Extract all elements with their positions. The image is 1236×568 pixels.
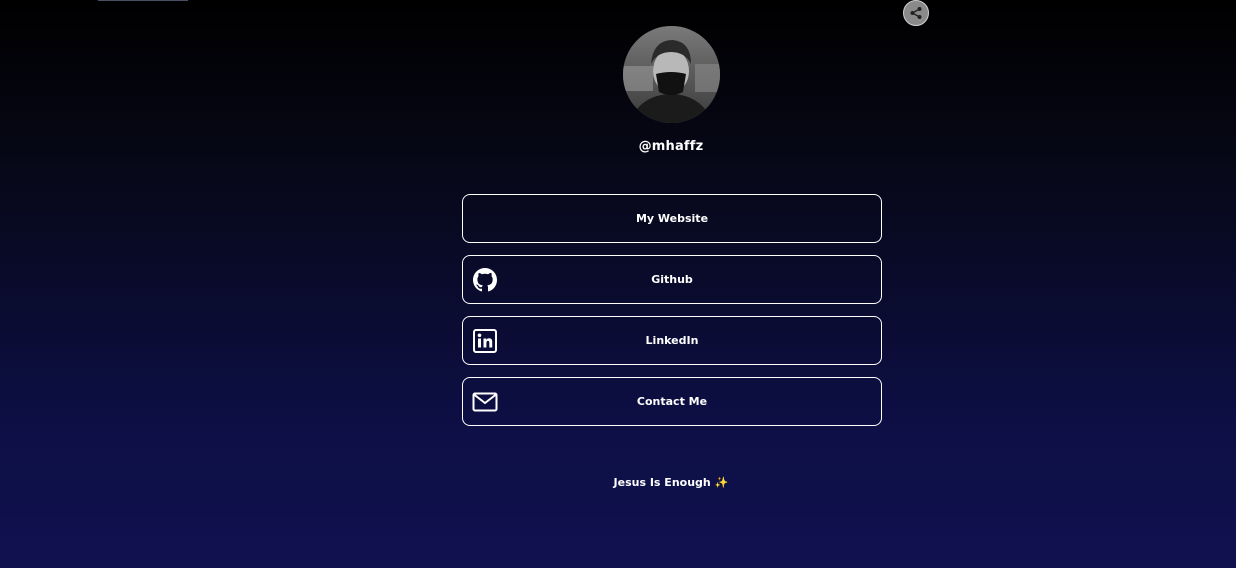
avatar — [623, 26, 720, 123]
linkedin-icon — [472, 328, 498, 354]
link-label: LinkedIn — [645, 334, 699, 347]
link-label: My Website — [635, 212, 709, 225]
github-icon — [472, 267, 498, 293]
link-label: Github — [651, 273, 693, 286]
link-github[interactable]: Github — [462, 255, 882, 304]
share-icon — [910, 7, 922, 19]
top-divider — [98, 0, 188, 1]
links-list: My Website Github LinkedIn Contact Me — [462, 194, 882, 438]
link-contact-me[interactable]: Contact Me — [462, 377, 882, 426]
link-linkedin[interactable]: LinkedIn — [462, 316, 882, 365]
footer-text: Jesus Is Enough ✨ — [0, 476, 1236, 489]
username: @mhaffz — [638, 139, 704, 154]
footer-label: Jesus Is Enough — [613, 476, 711, 489]
share-button[interactable] — [903, 0, 929, 26]
sparkle-icon: ✨ — [714, 476, 729, 489]
link-my-website[interactable]: My Website — [462, 194, 882, 243]
mail-icon — [472, 389, 498, 415]
link-label: Contact Me — [636, 395, 708, 408]
